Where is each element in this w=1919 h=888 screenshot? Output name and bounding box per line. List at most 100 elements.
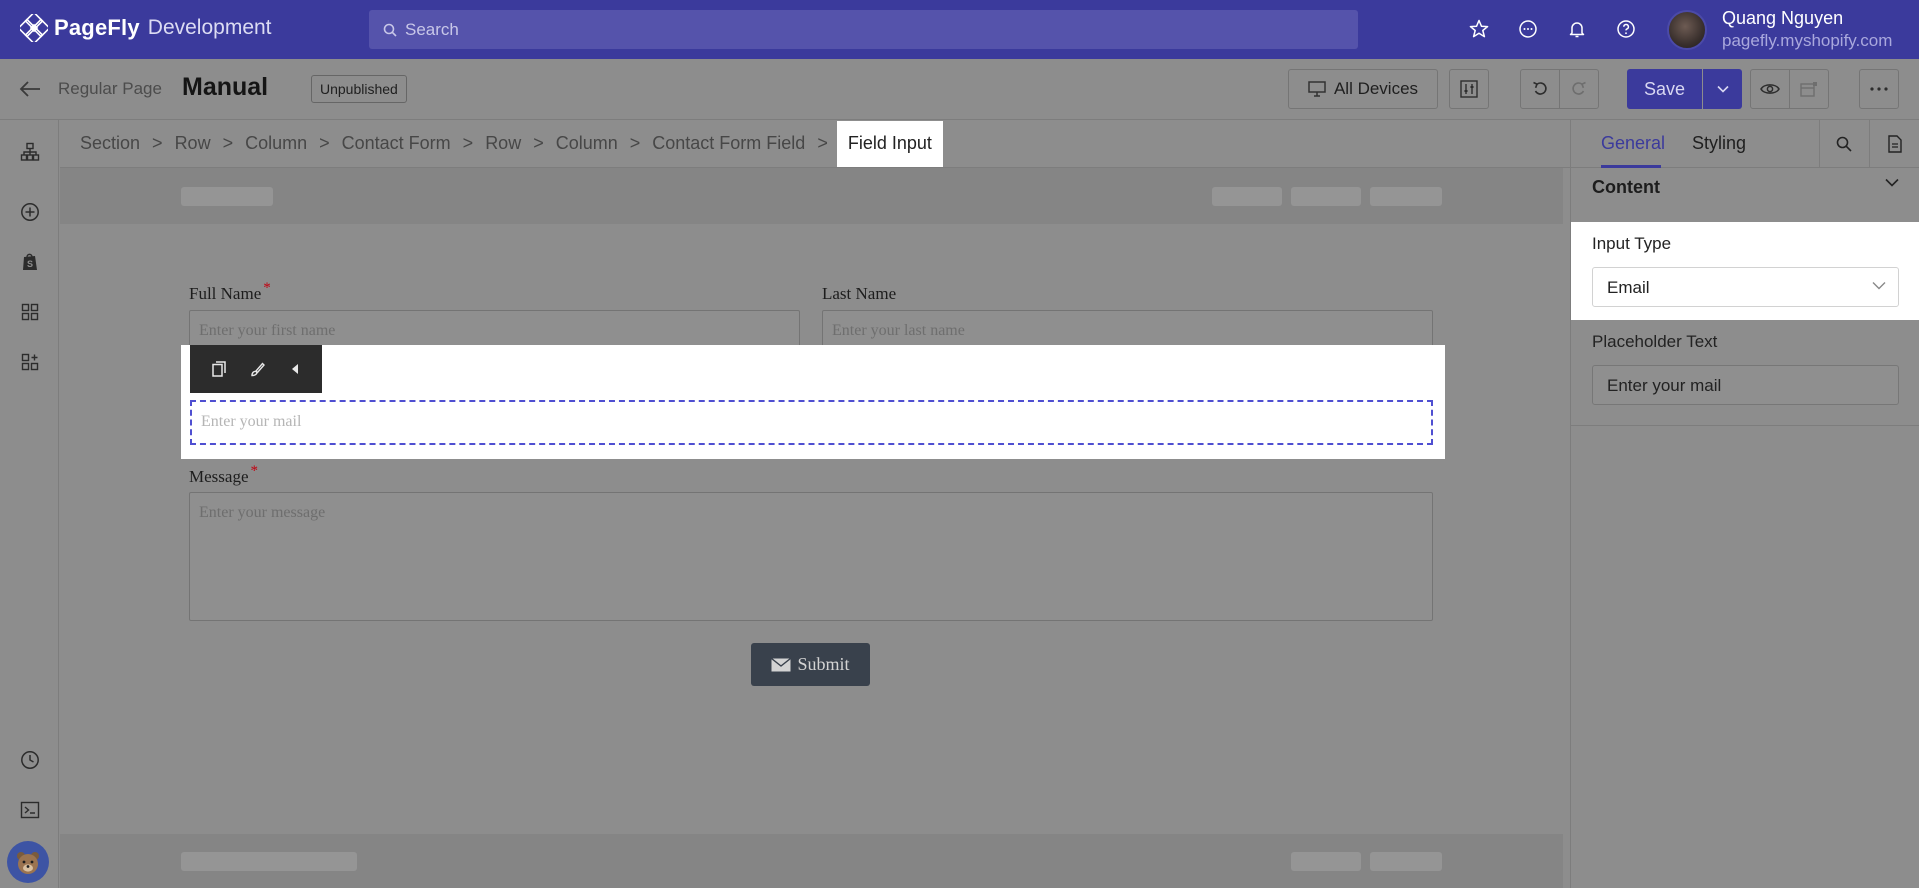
user-store[interactable]: pagefly.myshopify.com <box>1722 31 1892 51</box>
monitor-icon <box>1308 81 1326 97</box>
message-textarea[interactable]: Enter your message <box>189 492 1433 621</box>
element-toolbar <box>190 345 322 393</box>
search-placeholder: Search <box>405 19 459 39</box>
paint-brush-icon[interactable] <box>250 361 266 377</box>
publish-button[interactable] <box>1789 69 1829 109</box>
tab-divider <box>1819 120 1820 168</box>
tab-general[interactable]: General <box>1601 133 1665 154</box>
undo-button[interactable] <box>1520 69 1560 109</box>
brand[interactable]: PageFly Development <box>20 14 272 42</box>
help-icon[interactable] <box>1613 16 1639 42</box>
preview-button[interactable] <box>1750 69 1790 109</box>
search-icon <box>383 23 397 37</box>
search-input[interactable]: Search <box>369 10 1358 49</box>
pagefly-logo-icon <box>20 14 48 42</box>
breadcrumb-item-contact-form[interactable]: Contact Form <box>342 133 451 154</box>
envelope-icon <box>771 657 792 671</box>
active-tab-indicator <box>1601 165 1661 168</box>
sliders-icon <box>1460 80 1478 98</box>
required-mark: * <box>263 280 271 296</box>
skeleton-bar <box>1212 187 1282 206</box>
canvas-header-placeholder <box>60 168 1563 224</box>
breadcrumb-separator: > <box>629 133 641 153</box>
tab-styling[interactable]: Styling <box>1692 133 1746 154</box>
breadcrumb-item-section[interactable]: Section <box>80 133 140 154</box>
add-icon[interactable] <box>18 200 42 224</box>
left-rail: S <box>0 120 59 888</box>
document-icon[interactable] <box>1883 132 1907 156</box>
ellipsis-icon <box>1870 87 1888 91</box>
save-button[interactable]: Save <box>1627 69 1702 109</box>
breadcrumb-item-contact-form-field[interactable]: Contact Form Field <box>652 133 805 154</box>
input-type-value: Email <box>1607 278 1650 297</box>
skeleton-bar <box>1291 852 1361 871</box>
page-bar: Regular Page Manual Unpublished All Devi… <box>0 59 1919 120</box>
user-name[interactable]: Quang Nguyen <box>1722 8 1843 29</box>
full-name-label: Full Name * <box>189 280 271 304</box>
breadcrumb-item-row[interactable]: Row <box>485 133 521 154</box>
page-type: Regular Page <box>58 79 162 98</box>
undo-icon <box>1533 81 1547 95</box>
page-title[interactable]: Manual <box>182 73 268 102</box>
breadcrumb-separator: > <box>319 133 330 153</box>
chat-icon[interactable] <box>1515 16 1541 42</box>
assistant-avatar[interactable] <box>7 841 49 883</box>
bear-mascot-icon <box>17 852 39 874</box>
back-arrow-icon[interactable] <box>18 79 42 99</box>
star-icon[interactable] <box>1466 16 1492 42</box>
brand-environment: Development <box>147 16 272 39</box>
eye-icon <box>1760 84 1780 94</box>
skeleton-bar <box>1291 187 1361 206</box>
shopify-icon[interactable]: S <box>18 250 42 274</box>
layers-icon[interactable] <box>18 140 42 164</box>
history-icon[interactable] <box>18 748 42 772</box>
breadcrumb-separator: > <box>462 133 474 153</box>
breadcrumb-item-column[interactable]: Column <box>245 133 307 154</box>
email-input-selected[interactable]: Enter your mail <box>190 400 1433 445</box>
breadcrumb-separator: > <box>152 133 163 153</box>
breadcrumb-separator: > <box>817 133 828 153</box>
full-name-label-text: Full Name <box>189 284 262 303</box>
top-icons <box>1466 16 1662 42</box>
duplicate-icon[interactable] <box>212 361 226 377</box>
skeleton-bar <box>1370 852 1442 871</box>
placeholder-text-input[interactable]: Enter your mail <box>1592 365 1899 405</box>
input-type-select[interactable]: Email <box>1592 267 1899 307</box>
terminal-icon[interactable] <box>18 798 42 822</box>
status-badge: Unpublished <box>311 75 407 103</box>
caret-left-icon[interactable] <box>290 363 300 375</box>
chevron-down-icon <box>1716 85 1729 93</box>
breadcrumb: Section > Row > Column > Contact Form > … <box>60 120 1570 168</box>
submit-label: Submit <box>797 654 850 674</box>
skeleton-bar <box>181 852 357 871</box>
breadcrumb-item-row[interactable]: Row <box>175 133 211 154</box>
content-section-title[interactable]: Content <box>1592 177 1660 198</box>
save-options-button[interactable] <box>1703 69 1742 109</box>
grid-icon[interactable] <box>18 300 42 324</box>
more-options-button[interactable] <box>1859 69 1899 109</box>
device-selector-button[interactable]: All Devices <box>1288 69 1438 109</box>
skeleton-bar <box>1370 187 1442 206</box>
brand-name: PageFly <box>54 15 140 40</box>
chevron-down-icon[interactable] <box>1885 178 1899 187</box>
apps-icon[interactable] <box>18 350 42 374</box>
user-avatar[interactable] <box>1667 10 1707 50</box>
submit-button[interactable]: Submit <box>751 643 870 686</box>
message-label-text: Message <box>189 467 249 486</box>
search-icon[interactable] <box>1832 132 1856 156</box>
properties-tabs: General Styling <box>1571 120 1919 168</box>
placeholder-text-label: Placeholder Text <box>1592 332 1718 351</box>
skeleton-bar <box>181 187 273 206</box>
bell-icon[interactable] <box>1564 16 1590 42</box>
canvas-footer-placeholder <box>60 834 1563 888</box>
redo-icon <box>1572 81 1586 95</box>
tab-divider <box>1869 120 1870 168</box>
properties-panel: General Styling Content Input Type Email… <box>1570 120 1919 888</box>
breadcrumb-item-active[interactable]: Field Input <box>836 120 943 167</box>
message-label: Message * <box>189 463 258 487</box>
page-settings-button[interactable] <box>1449 69 1489 109</box>
redo-button[interactable] <box>1559 69 1599 109</box>
breadcrumb-item-column[interactable]: Column <box>556 133 618 154</box>
required-mark: * <box>250 463 258 479</box>
svg-text:S: S <box>27 259 33 269</box>
